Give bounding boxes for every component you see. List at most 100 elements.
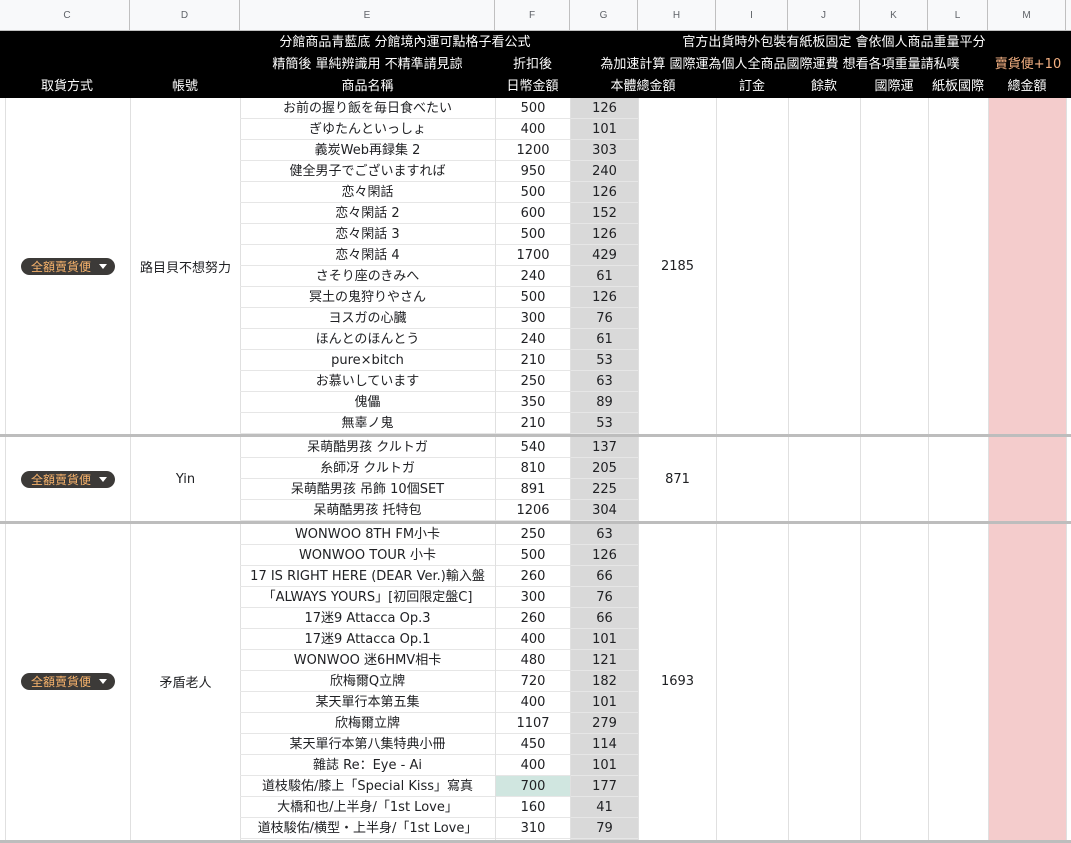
jpy-amount-cell[interactable]: 450 <box>496 734 570 755</box>
jpy-amount-cell[interactable]: 720 <box>496 671 570 692</box>
header-deposit[interactable]: 訂金 <box>716 76 788 97</box>
jpy-amount-cell[interactable]: 1200 <box>496 140 570 161</box>
jpy-amount-cell[interactable]: 310 <box>496 818 570 839</box>
converted-amount-cell[interactable]: 225 <box>571 479 638 500</box>
converted-amount-cell[interactable]: 101 <box>571 119 638 140</box>
product-name-cell[interactable]: 大橋和也/上半身/「1st Love」 <box>240 797 495 818</box>
jpy-amount-cell[interactable]: 500 <box>496 182 570 203</box>
delivery-method-dropdown[interactable]: 全額賣貨便 <box>20 673 115 690</box>
product-name-cell[interactable]: 「ALWAYS YOURS」[初回限定盤C] <box>240 587 495 608</box>
product-name-cell[interactable]: pure×bitch <box>240 350 495 371</box>
product-name-cell[interactable]: お前の握り飯を毎日食べたい <box>240 98 495 119</box>
converted-amount-cell[interactable]: 177 <box>571 776 638 797</box>
column-letter-k[interactable]: K <box>860 0 928 31</box>
column-letter-m[interactable]: M <box>988 0 1066 31</box>
converted-amount-cell[interactable]: 63 <box>571 524 638 545</box>
product-name-cell[interactable]: 恋々閑話 4 <box>240 245 495 266</box>
header-product-name[interactable]: 商品名稱 <box>240 76 495 97</box>
converted-amount-cell[interactable]: 53 <box>571 413 638 434</box>
delivery-method-cell[interactable]: 全額賣貨便 <box>6 437 130 521</box>
converted-amount-cell[interactable]: 304 <box>571 500 638 521</box>
product-name-cell[interactable]: 冥土の鬼狩りやさん <box>240 287 495 308</box>
jpy-amount-cell[interactable]: 250 <box>496 524 570 545</box>
header-account[interactable]: 帳號 <box>130 76 240 97</box>
header-subtotal[interactable]: 本體總金額 <box>570 76 716 97</box>
converted-amount-cell[interactable]: 61 <box>571 329 638 350</box>
product-name-cell[interactable]: WONWOO 迷6HMV相卡 <box>240 650 495 671</box>
jpy-amount-cell[interactable]: 400 <box>496 629 570 650</box>
jpy-amount-cell[interactable]: 300 <box>496 308 570 329</box>
converted-amount-cell[interactable]: 61 <box>571 266 638 287</box>
delivery-method-cell[interactable]: 全額賣貨便 <box>6 524 130 839</box>
product-name-cell[interactable]: WONWOO TOUR 小卡 <box>240 545 495 566</box>
converted-amount-cell[interactable]: 121 <box>571 650 638 671</box>
converted-amount-cell[interactable]: 137 <box>571 437 638 458</box>
converted-amount-cell[interactable]: 126 <box>571 182 638 203</box>
converted-amount-cell[interactable]: 152 <box>571 203 638 224</box>
product-name-cell[interactable]: 道枝駿佑/膝上「Special Kiss」寫真 <box>240 776 495 797</box>
product-name-cell[interactable]: 呆萌酷男孩 托特包 <box>240 500 495 521</box>
column-letter-l[interactable]: L <box>928 0 988 31</box>
jpy-amount-cell[interactable]: 950 <box>496 161 570 182</box>
product-name-cell[interactable]: 雜誌 Re：Eye - Ai <box>240 755 495 776</box>
product-name-cell[interactable]: 糸師冴 クルトガ <box>240 458 495 479</box>
jpy-amount-cell[interactable]: 1107 <box>496 713 570 734</box>
header-intl-shipping[interactable]: 國際運 <box>860 76 928 97</box>
jpy-amount-cell[interactable]: 810 <box>496 458 570 479</box>
jpy-amount-cell[interactable]: 1700 <box>496 245 570 266</box>
delivery-method-dropdown[interactable]: 全額賣貨便 <box>20 470 115 488</box>
column-letter-g[interactable]: G <box>570 0 638 31</box>
converted-amount-cell[interactable]: 76 <box>571 308 638 329</box>
column-letter-j[interactable]: J <box>788 0 860 31</box>
converted-amount-cell[interactable]: 79 <box>571 818 638 839</box>
converted-amount-cell[interactable]: 41 <box>571 797 638 818</box>
product-name-cell[interactable]: ほんとのほんとう <box>240 329 495 350</box>
product-name-cell[interactable]: 17迷9 Attacca Op.3 <box>240 608 495 629</box>
header-delivery-method[interactable]: 取貨方式 <box>5 76 129 97</box>
converted-amount-cell[interactable]: 279 <box>571 713 638 734</box>
converted-amount-cell[interactable]: 63 <box>571 371 638 392</box>
header-cardboard-intl[interactable]: 紙板國際 <box>928 76 988 97</box>
jpy-amount-cell[interactable]: 500 <box>496 287 570 308</box>
subtotal-cell[interactable]: 2185 <box>639 98 716 434</box>
jpy-amount-cell[interactable]: 250 <box>496 371 570 392</box>
jpy-amount-cell[interactable]: 500 <box>496 224 570 245</box>
jpy-amount-cell[interactable]: 160 <box>496 797 570 818</box>
converted-amount-cell[interactable]: 101 <box>571 692 638 713</box>
account-cell[interactable]: 路目貝不想努力 <box>131 98 240 434</box>
converted-amount-cell[interactable]: 126 <box>571 287 638 308</box>
header-balance[interactable]: 餘款 <box>788 76 860 97</box>
converted-amount-cell[interactable]: 66 <box>571 608 638 629</box>
jpy-amount-cell[interactable]: 600 <box>496 203 570 224</box>
jpy-amount-cell[interactable]: 260 <box>496 608 570 629</box>
jpy-amount-cell[interactable]: 240 <box>496 266 570 287</box>
delivery-method-cell[interactable]: 全額賣貨便 <box>6 98 130 434</box>
converted-amount-cell[interactable]: 101 <box>571 755 638 776</box>
product-name-cell[interactable]: 欣梅爾立牌 <box>240 713 495 734</box>
column-letter-d[interactable]: D <box>130 0 240 31</box>
converted-amount-cell[interactable]: 76 <box>571 587 638 608</box>
jpy-amount-cell[interactable]: 891 <box>496 479 570 500</box>
column-letter-c[interactable]: C <box>5 0 130 31</box>
product-name-cell[interactable]: 17 IS RIGHT HERE (DEAR Ver.)輸入盤 <box>240 566 495 587</box>
product-name-cell[interactable]: WONWOO 8TH FM小卡 <box>240 524 495 545</box>
product-name-cell[interactable]: ぎゆたんといっしょ <box>240 119 495 140</box>
product-name-cell[interactable]: 無辜ノ鬼 <box>240 413 495 434</box>
jpy-amount-cell[interactable]: 500 <box>496 545 570 566</box>
converted-amount-cell[interactable]: 126 <box>571 98 638 119</box>
jpy-amount-cell[interactable]: 400 <box>496 755 570 776</box>
delivery-method-dropdown[interactable]: 全額賣貨便 <box>20 257 115 275</box>
product-name-cell[interactable]: 恋々閑話 <box>240 182 495 203</box>
jpy-amount-cell[interactable]: 240 <box>496 329 570 350</box>
converted-amount-cell[interactable]: 303 <box>571 140 638 161</box>
product-name-cell[interactable]: 恋々閑話 3 <box>240 224 495 245</box>
product-name-cell[interactable]: 欣梅爾Q立牌 <box>240 671 495 692</box>
converted-amount-cell[interactable]: 126 <box>571 545 638 566</box>
converted-amount-cell[interactable]: 429 <box>571 245 638 266</box>
product-name-cell[interactable]: 道枝駿佑/横型・上半身/「1st Love」 <box>240 818 495 839</box>
column-letter-i[interactable]: I <box>716 0 788 31</box>
converted-amount-cell[interactable]: 182 <box>571 671 638 692</box>
subtotal-cell[interactable]: 1693 <box>639 524 716 839</box>
jpy-amount-cell[interactable]: 400 <box>496 692 570 713</box>
column-letter-f[interactable]: F <box>495 0 570 31</box>
